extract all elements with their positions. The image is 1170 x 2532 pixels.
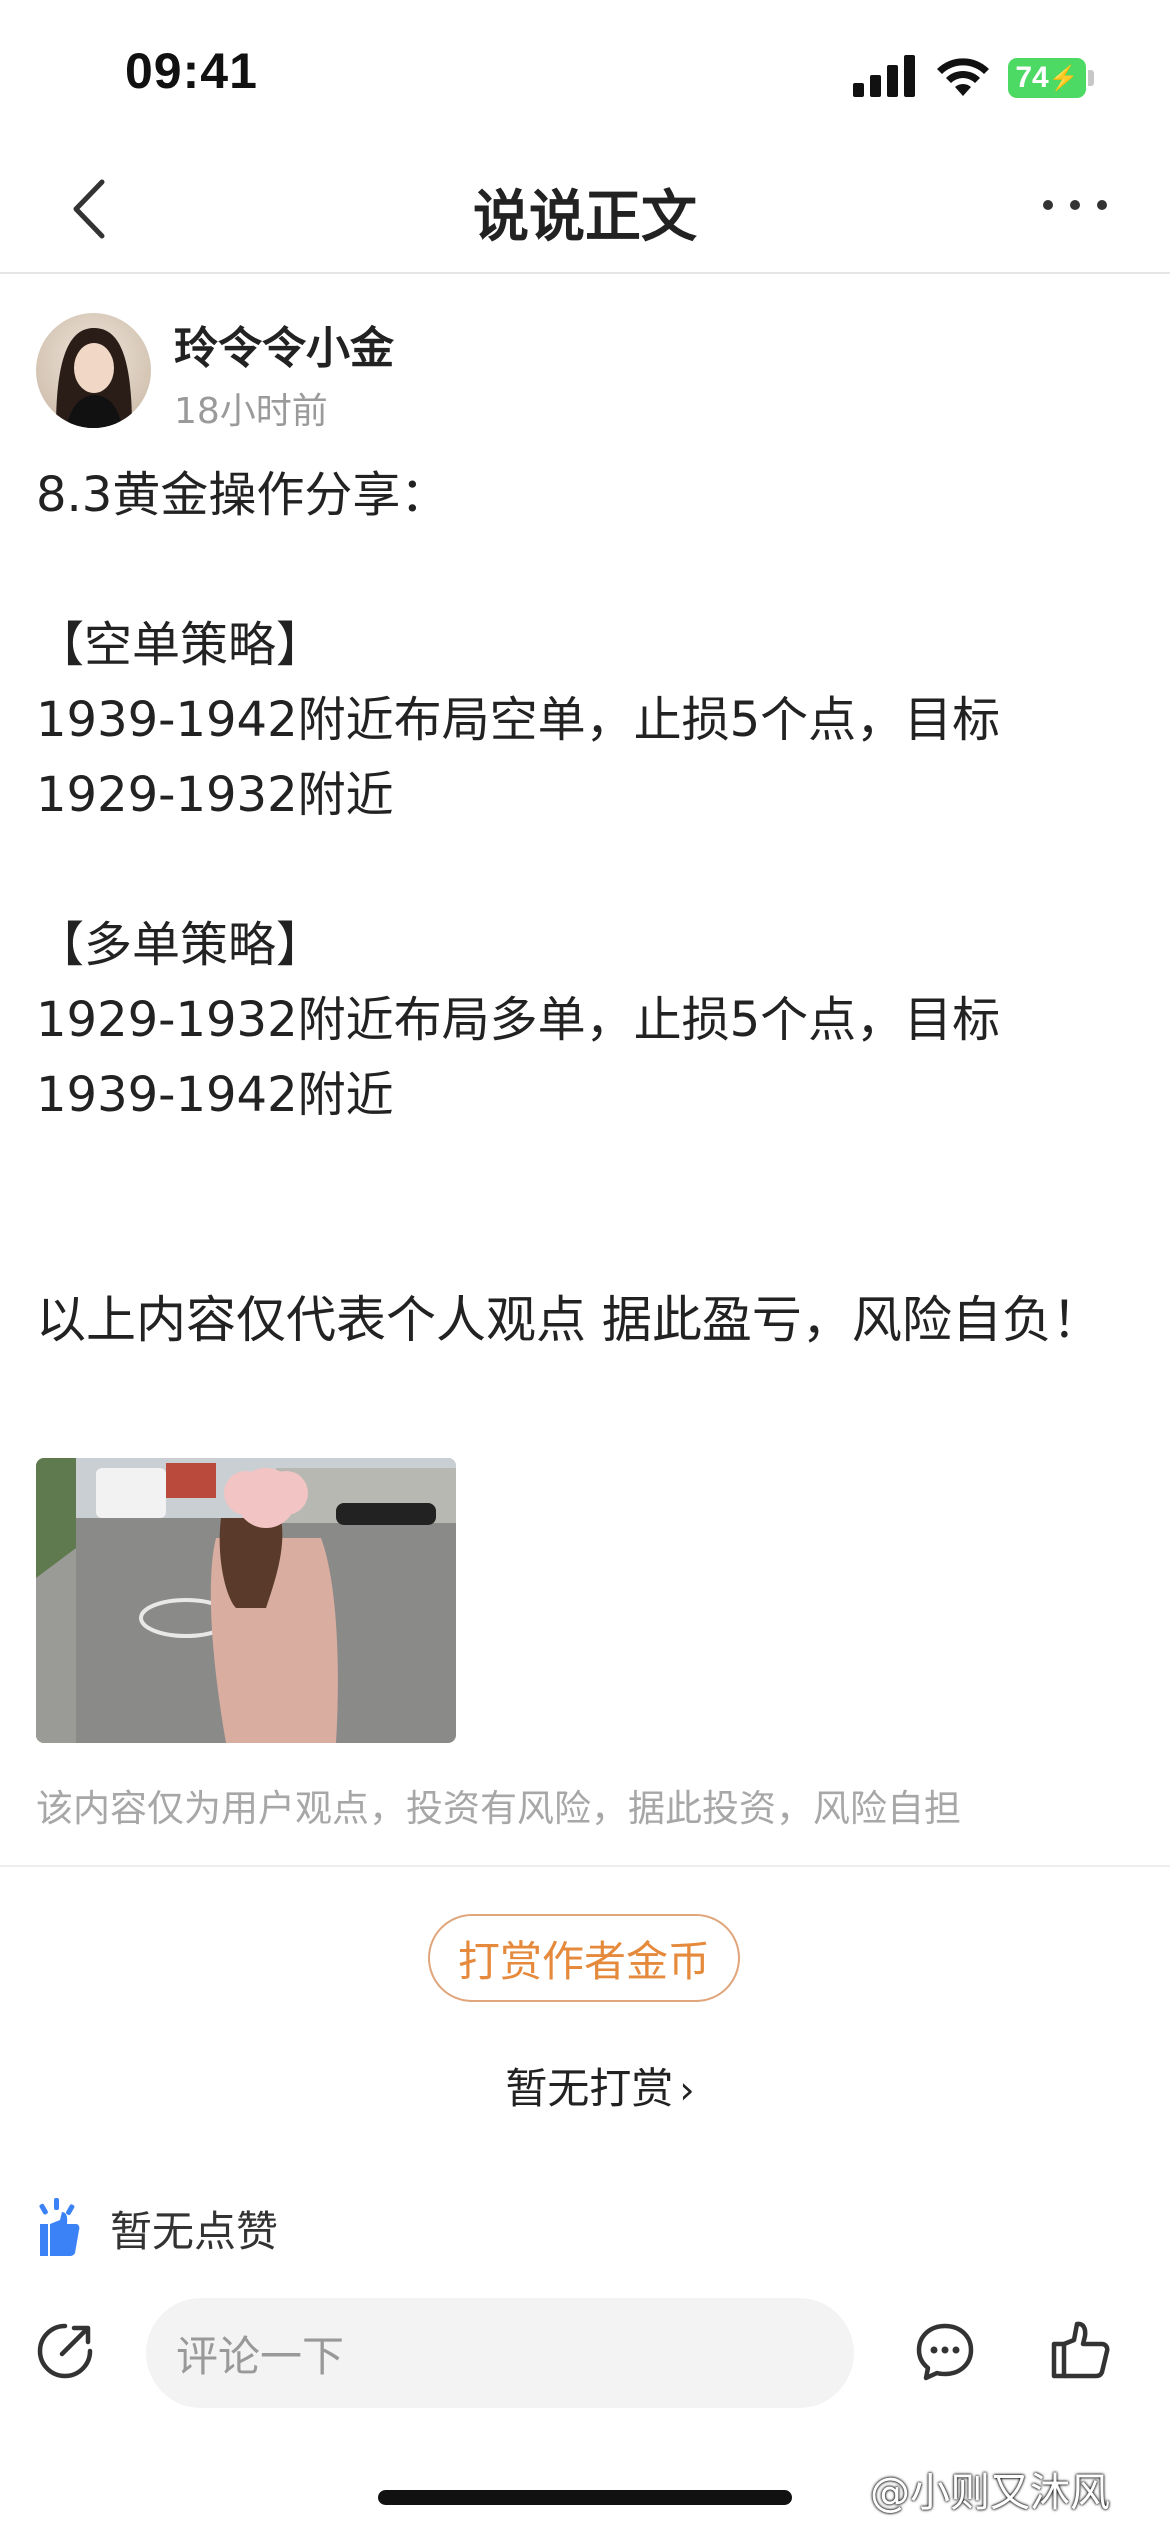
post-line: 8.3黄金操作分享： — [36, 467, 449, 523]
like-status: 暂无点赞 — [110, 2207, 279, 2256]
avatar-image — [36, 313, 151, 428]
nav-bar: 说说正文 — [0, 150, 1170, 274]
status-bar: 09:41 74 ⚡ — [0, 0, 1170, 150]
post-line: 1929-1932附近 — [36, 767, 394, 823]
post-disclaimer: 以上内容仅代表个人观点 据此盈亏，风险自负！ — [36, 1291, 1102, 1349]
post-line: 1939-1942附近 — [36, 1067, 394, 1123]
like-hand-icon — [39, 2198, 80, 2256]
avatar[interactable] — [36, 313, 151, 428]
thumbs-up-icon[interactable] — [1050, 2318, 1110, 2380]
divider — [0, 1865, 1170, 1867]
page-title: 说说正文 — [473, 185, 697, 250]
post-line: 1939-1942附近布局空单，止损5个点，目标 — [36, 692, 1001, 748]
post-image[interactable] — [36, 1458, 456, 1743]
signal-icon — [853, 55, 915, 97]
tip-status-link[interactable]: 暂无打赏 › — [0, 2055, 1170, 2116]
comment-input[interactable]: 评论一下 — [146, 2298, 854, 2408]
status-time: 09:41 — [125, 43, 258, 99]
risk-note: 该内容仅为用户观点，投资有风险，据此投资，风险自担 — [36, 1787, 961, 1830]
comment-icon[interactable] — [915, 2322, 975, 2382]
post-time: 18小时前 — [174, 391, 328, 432]
tip-author-button[interactable]: 打赏作者金币 — [428, 1914, 740, 2002]
post-line: 【多单策略】 — [36, 917, 325, 973]
more-dots-icon[interactable] — [1040, 195, 1110, 215]
post-line-blank — [36, 833, 1136, 908]
battery-cap — [1088, 70, 1094, 86]
post-body: 8.3黄金操作分享： 【空单策略】 1939-1942附近布局空单，止损5个点，… — [36, 458, 1136, 1133]
battery-icon: 74 ⚡ — [1008, 58, 1086, 98]
tip-status-label: 暂无打赏 — [505, 2064, 674, 2113]
chevron-right-icon: › — [679, 2068, 695, 2112]
watermark: @小则又沐风 — [870, 2470, 1110, 2516]
post-line: 【空单策略】 — [36, 617, 325, 673]
comment-placeholder: 评论一下 — [176, 2331, 345, 2381]
post-photo — [36, 1458, 456, 1743]
home-indicator — [378, 2490, 792, 2505]
post-line-blank — [36, 533, 1136, 608]
wifi-icon — [937, 58, 989, 96]
post-line: 1929-1932附近布局多单，止损5个点，目标 — [36, 992, 1001, 1048]
share-icon[interactable] — [36, 2322, 94, 2380]
battery-level: 74 — [1015, 61, 1049, 94]
author-name[interactable]: 玲令令小金 — [174, 312, 394, 376]
